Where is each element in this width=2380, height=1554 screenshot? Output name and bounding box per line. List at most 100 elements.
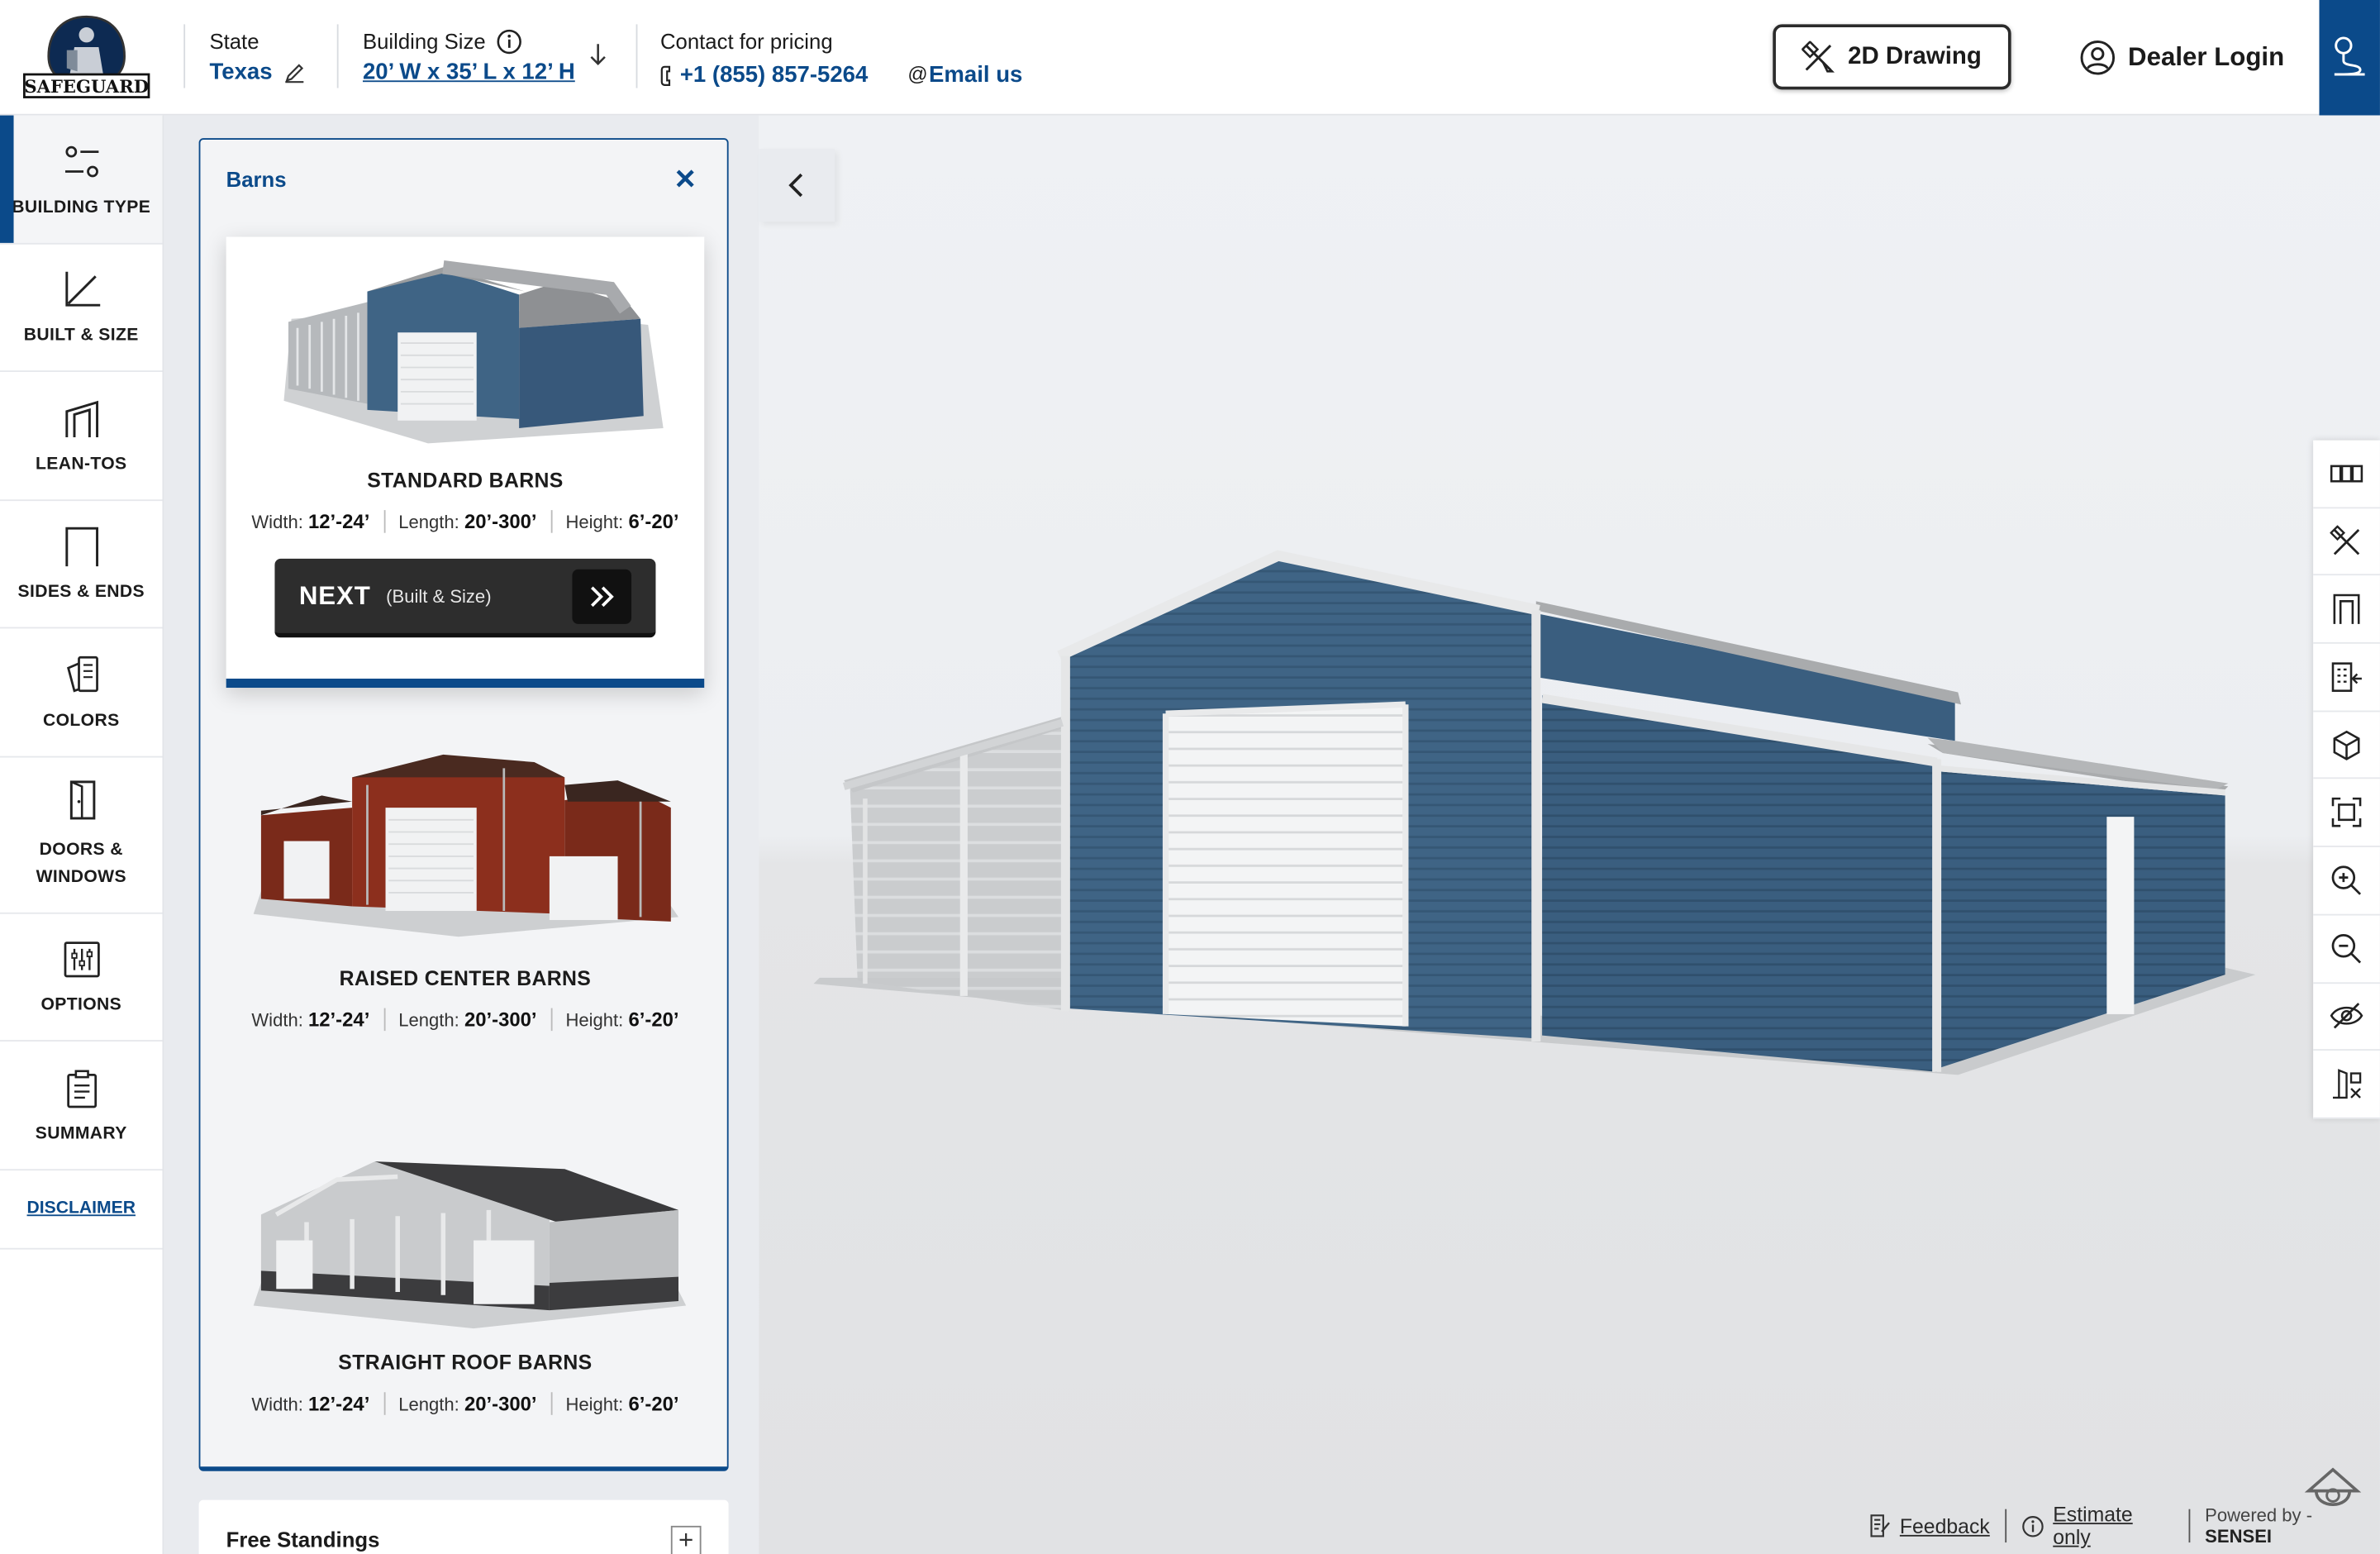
top-header: SAFEGUARD State Texas Building Size 20’ …	[0, 0, 2380, 116]
card-raised-center-barns[interactable]: RAISED CENTER BARNS Width: 12’-24’ Lengt…	[226, 735, 705, 1038]
safeguard-logo[interactable]: SAFEGUARD	[21, 14, 152, 102]
state-label: State	[209, 28, 259, 54]
disclaimer-link[interactable]: DISCLAIMER	[0, 1170, 163, 1249]
nav-colors[interactable]: COLORS	[0, 628, 163, 757]
remove-elements-icon	[2333, 1069, 2362, 1099]
nav-label: BUILDING TYPE	[12, 198, 151, 217]
nav-label: SUMMARY	[35, 1124, 127, 1143]
nav-label: OPTIONS	[40, 996, 122, 1015]
feedback-icon	[1870, 1514, 1890, 1537]
dealer-login-label: Dealer Login	[2128, 42, 2285, 72]
user-icon	[2080, 41, 2116, 75]
state-value[interactable]: Texas	[209, 60, 272, 85]
card-name: STANDARD BARNS	[367, 469, 564, 493]
nav-label: COLORS	[42, 711, 120, 730]
tool-measure[interactable]	[2313, 508, 2380, 576]
card-specs: Width: 12’-24’ Length: 20’-300’ Height: …	[226, 510, 705, 533]
door-icon	[69, 779, 95, 819]
tool-3d-view[interactable]	[2313, 712, 2380, 780]
frame-icon	[64, 527, 98, 567]
3d-viewer[interactable]	[759, 115, 2380, 1554]
building-layout-icon	[2331, 662, 2362, 692]
raised-center-barn-image	[252, 754, 678, 937]
sliders-icon	[64, 145, 98, 177]
nav-label: DOORS & WINDOWS	[36, 840, 126, 886]
tool-zoom-in[interactable]	[2313, 847, 2380, 916]
collapse-panel-button[interactable]	[759, 148, 835, 222]
drawing-tools-icon	[2330, 524, 2360, 555]
info-icon[interactable]	[497, 29, 522, 55]
nav-label: LEAN-TOS	[35, 455, 127, 474]
tool-fit-view[interactable]	[2313, 779, 2380, 848]
plus-icon[interactable]: +	[670, 1525, 702, 1554]
standard-barn-image	[283, 260, 663, 444]
tool-zoom-out[interactable]	[2313, 915, 2380, 984]
viewer-footer: Feedback Estimate only Powered by - SENS…	[1867, 1503, 2380, 1548]
axis-icon	[64, 272, 100, 307]
card-specs: Width: 12’-24’ Length: 20’-300’ Height: …	[226, 1008, 705, 1032]
nav-built-size[interactable]: BUILT & SIZE	[0, 244, 163, 372]
double-chevron-right-icon	[572, 568, 632, 623]
tool-building-layout[interactable]	[2313, 644, 2380, 712]
tool-remove-elements[interactable]	[2313, 1051, 2380, 1119]
free-standings-title: Free Standings	[226, 1527, 380, 1552]
nav-summary[interactable]: SUMMARY	[0, 1042, 163, 1170]
fit-screen-icon	[2331, 798, 2362, 827]
pricing-label: Contact for pricing	[659, 28, 833, 54]
tool-panels[interactable]	[2313, 441, 2380, 508]
viewer-toolbar	[2313, 440, 2380, 1119]
zoom-out-icon	[2331, 933, 2362, 963]
next-button[interactable]: NEXT (Built & Size)	[274, 558, 656, 638]
lean-to-icon	[64, 400, 98, 437]
phone-icon	[660, 65, 671, 86]
dealer-login-button[interactable]: Dealer Login	[2079, 31, 2284, 85]
svg-text:SAFEGUARD: SAFEGUARD	[24, 76, 149, 97]
tool-hide[interactable]	[2313, 983, 2380, 1051]
card-straight-roof-barns[interactable]: STRAIGHT ROOF BARNS Width: 12’-24’ Lengt…	[226, 1119, 705, 1423]
panel-title: Barns	[226, 167, 287, 192]
nav-building-type[interactable]: BUILDING TYPE	[0, 115, 163, 244]
arrow-down-icon[interactable]	[589, 42, 607, 66]
straight-roof-barn-image	[252, 1161, 686, 1329]
swatch-icon	[66, 655, 98, 693]
pencil-icon[interactable]	[283, 62, 305, 83]
nav-label: BUILT & SIZE	[23, 327, 139, 346]
drawing-tools-icon	[1802, 40, 1835, 72]
cube-icon	[2333, 730, 2360, 760]
barn-3d-model	[813, 550, 2256, 1075]
location-route-icon	[2334, 36, 2365, 76]
card-specs: Width: 12’-24’ Length: 20’-300’ Height: …	[226, 1392, 705, 1415]
phone-link[interactable]: +1 (855) 857-5264	[680, 62, 868, 88]
feedback-link[interactable]: Feedback	[1900, 1514, 1990, 1537]
card-standard-barns[interactable]: STANDARD BARNS Width: 12’-24’ Length: 20…	[226, 236, 705, 689]
nav-lean-tos[interactable]: LEAN-TOS	[0, 372, 163, 501]
2d-drawing-button[interactable]: 2D Drawing	[1773, 24, 2011, 90]
left-navigation: BUILDING TYPE BUILT & SIZE LEAN-TOS SIDE…	[0, 115, 164, 1554]
location-button[interactable]	[2319, 0, 2380, 116]
email-link[interactable]: Email us	[929, 62, 1022, 88]
info-icon	[2022, 1515, 2044, 1537]
close-icon[interactable]: ✕	[674, 164, 697, 196]
tool-frame[interactable]	[2313, 576, 2380, 644]
card-name: RAISED CENTER BARNS	[339, 966, 592, 990]
sensei-logo[interactable]	[2304, 1466, 2362, 1521]
at-icon: @	[907, 62, 928, 85]
nav-options[interactable]: OPTIONS	[0, 913, 163, 1042]
eye-off-icon	[2330, 1003, 2363, 1030]
card-name: STRAIGHT ROOF BARNS	[338, 1351, 593, 1375]
zoom-in-icon	[2331, 865, 2362, 895]
free-standings-section[interactable]: Free Standings +	[198, 1499, 729, 1554]
estimate-link[interactable]: Estimate only	[2053, 1503, 2173, 1548]
building-size-value[interactable]: 20’ W x 35’ L x 12’ H	[363, 60, 575, 85]
building-size-label: Building Size	[362, 28, 486, 54]
clipboard-icon	[66, 1070, 97, 1108]
chevron-left-icon	[788, 173, 803, 198]
2d-drawing-label: 2D Drawing	[1848, 43, 1982, 69]
building-type-panel: Barns ✕ STANDARD BARNS Width: 12’-24’ Le…	[198, 138, 729, 1471]
panels-icon	[2330, 465, 2363, 483]
frame-icon	[2333, 594, 2360, 625]
nav-sides-ends[interactable]: SIDES & ENDS	[0, 500, 163, 629]
options-icon	[63, 941, 99, 978]
nav-doors-windows[interactable]: DOORS & WINDOWS	[0, 757, 163, 913]
nav-label: SIDES & ENDS	[17, 583, 145, 602]
